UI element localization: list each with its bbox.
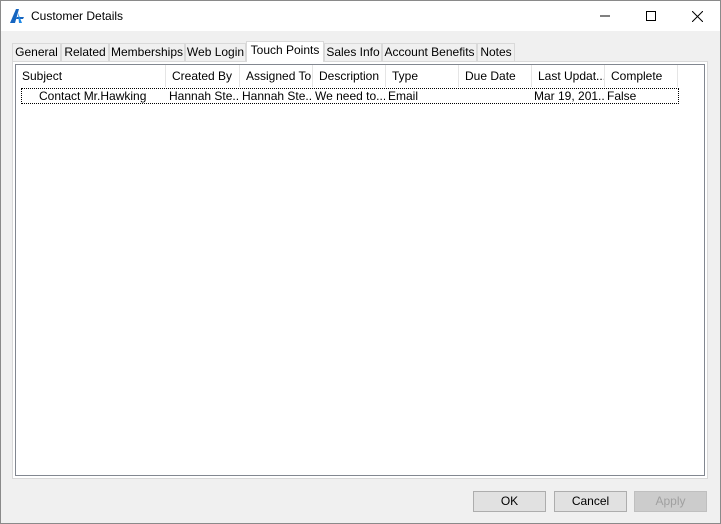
column-header-due-date[interactable]: Due Date xyxy=(459,65,532,87)
cell-last-updated: Mar 19, 201... xyxy=(534,89,604,103)
cell-complete: False xyxy=(607,89,637,103)
ok-button[interactable]: OK xyxy=(473,491,546,512)
column-header-subject[interactable]: Subject xyxy=(16,65,166,87)
table-row[interactable]: Contact Mr.Hawking Hannah Ste... Hannah … xyxy=(21,88,679,104)
tab-web-login[interactable]: Web Login xyxy=(185,43,246,61)
maximize-button[interactable] xyxy=(628,1,674,31)
title-bar[interactable]: Customer Details xyxy=(1,1,720,31)
tab-sales-info[interactable]: Sales Info xyxy=(324,43,382,61)
touch-points-grid[interactable]: Subject Created By Assigned To Descripti… xyxy=(15,64,705,476)
cell-type: Email xyxy=(388,89,419,103)
column-header-description[interactable]: Description xyxy=(313,65,386,87)
apply-button[interactable]: Apply xyxy=(634,491,707,512)
minimize-icon xyxy=(600,15,610,17)
close-button[interactable] xyxy=(674,1,720,31)
grid-header: Subject Created By Assigned To Descripti… xyxy=(16,65,704,87)
column-header-type[interactable]: Type xyxy=(386,65,459,87)
column-header-complete[interactable]: Complete xyxy=(605,65,678,87)
cell-description: We need to... xyxy=(315,89,385,103)
window-title: Customer Details xyxy=(31,9,124,23)
tab-memberships[interactable]: Memberships xyxy=(109,43,185,61)
minimize-button[interactable] xyxy=(582,1,628,31)
touch-points-panel: Subject Created By Assigned To Descripti… xyxy=(12,61,708,479)
column-header-assigned-to[interactable]: Assigned To xyxy=(240,65,313,87)
cell-due-date xyxy=(461,89,531,103)
app-logo-icon xyxy=(9,8,25,24)
tab-related[interactable]: Related xyxy=(61,43,109,61)
cancel-button[interactable]: Cancel xyxy=(554,491,627,512)
tab-general[interactable]: General xyxy=(12,43,61,61)
cell-subject: Contact Mr.Hawking xyxy=(39,89,147,103)
customer-details-window: Customer Details General Related Members… xyxy=(0,0,721,524)
tab-touch-points[interactable]: Touch Points xyxy=(246,41,324,62)
maximize-icon xyxy=(646,11,656,21)
cell-created-by: Hannah Ste... xyxy=(169,89,239,103)
close-icon xyxy=(691,10,703,22)
cell-assigned-to: Hannah Ste... xyxy=(242,89,312,103)
column-header-last-updated[interactable]: Last Updat... xyxy=(532,65,605,87)
tab-notes[interactable]: Notes xyxy=(477,43,515,61)
tab-account-benefits[interactable]: Account Benefits xyxy=(382,43,477,61)
column-header-created-by[interactable]: Created By xyxy=(166,65,240,87)
